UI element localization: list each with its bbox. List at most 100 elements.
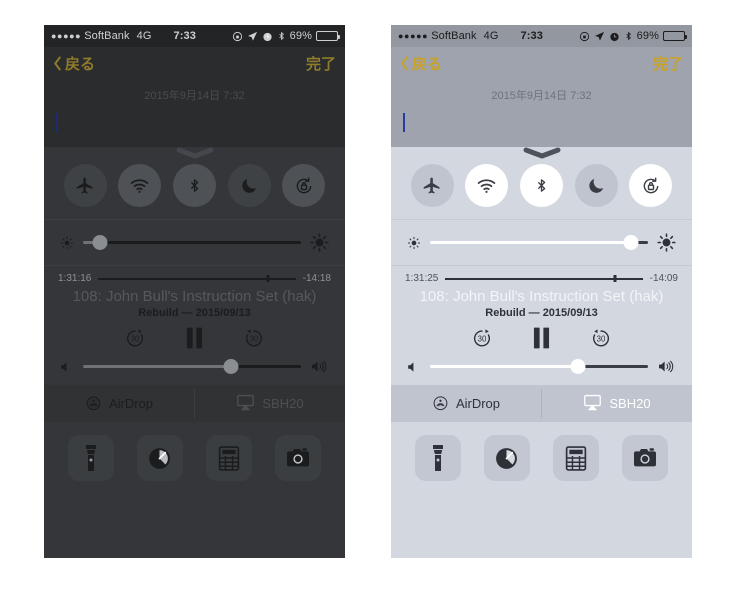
brightness-low-icon [60,236,74,250]
bluetooth-icon [624,30,633,42]
bluetooth-toggle[interactable] [519,164,563,207]
chevron-left-icon [53,56,62,71]
alarm-clock-icon [609,31,620,42]
alarm-clock-icon [262,31,273,42]
calculator-button[interactable] [206,435,253,481]
note-body[interactable]: 2015年9月14日 7:32 [44,79,345,147]
do-not-disturb-toggle[interactable] [574,164,618,207]
brightness-slider[interactable] [430,235,648,250]
calculator-button[interactable] [553,435,600,481]
wifi-toggle[interactable] [118,164,162,207]
carrier-label: SoftBank [84,30,130,42]
elapsed-time-label: 1:31:16 [58,273,92,284]
track-title: 108: John Bull's Instruction Set (hak) [72,288,317,305]
battery-icon [663,31,687,41]
control-center-panel: 1:31:16 -14:18 108: John Bull's Instruct… [44,147,345,558]
done-button[interactable]: 完了 [306,53,336,74]
grabber-handle[interactable] [391,147,692,161]
rotation-lock-icon [232,31,243,42]
airplane-mode-toggle[interactable] [410,164,454,207]
note-date-label: 2015年9月14日 7:32 [144,90,245,102]
volume-slider[interactable] [83,359,301,374]
volume-slider-knob[interactable] [223,359,239,374]
grabber-handle[interactable] [44,147,345,161]
svg-text:30: 30 [478,334,487,343]
airdrop-button[interactable]: AirDrop [391,385,541,422]
volume-slider-knob[interactable] [570,359,586,374]
brightness-slider-knob[interactable] [623,235,639,250]
playback-scrubber[interactable] [98,275,296,282]
network-type-label: 4G [483,30,499,42]
flashlight-button[interactable] [414,435,461,481]
camera-button[interactable] [275,435,322,481]
playback-controls: 30 30 [58,325,331,351]
volume-slider[interactable] [430,359,648,374]
back-button-label: 戻る [65,55,96,73]
chevron-left-icon [400,56,409,71]
svg-text:30: 30 [131,334,140,343]
airplay-icon [236,394,255,414]
carrier-label: SoftBank [431,30,477,42]
skip-back-30-button[interactable]: 30 [471,327,493,349]
pause-button[interactable] [533,327,550,349]
svg-text:30: 30 [597,334,606,343]
brightness-slider-knob[interactable] [92,235,108,250]
volume-low-icon [407,360,421,374]
remaining-time-label: -14:09 [649,273,678,284]
brightness-high-icon [310,233,329,252]
phone-screenshot-right: ●●●●● SoftBank 4G 7:33 69% 戻る 完了 2015年9月… [391,25,692,558]
remaining-time-label: -14:18 [302,273,331,284]
rotation-lock-toggle[interactable] [629,164,673,207]
brightness-slider[interactable] [83,235,301,250]
note-body[interactable]: 2015年9月14日 7:32 [391,79,692,147]
flashlight-icon [432,445,443,471]
airdrop-icon [432,394,449,414]
back-button[interactable]: 戻る [53,53,95,74]
camera-icon [634,448,657,467]
volume-low-icon [60,360,74,374]
bluetooth-toggle[interactable] [172,164,216,207]
status-bar-time: 7:33 [173,30,196,42]
media-section: 1:31:25 -14:09 108: John Bull's Instruct… [391,266,692,355]
timer-button[interactable] [483,435,530,481]
scrubber-knob[interactable] [613,275,617,282]
volume-high-icon [657,359,676,374]
airplay-button[interactable]: SBH20 [195,385,345,422]
airplane-mode-toggle[interactable] [63,164,107,207]
airdrop-button[interactable]: AirDrop [44,385,194,422]
airplay-icon [583,394,602,414]
flashlight-button[interactable] [67,435,114,481]
scrubber-knob[interactable] [266,275,270,282]
location-arrow-icon [247,31,258,42]
share-row: AirDrop SBH20 [44,385,345,422]
svg-text:30: 30 [250,334,259,343]
wifi-toggle[interactable] [465,164,509,207]
media-section: 1:31:16 -14:18 108: John Bull's Instruct… [44,266,345,355]
status-bar: ●●●●● SoftBank 4G 7:33 69% [44,25,345,47]
control-center-panel: 1:31:25 -14:09 108: John Bull's Instruct… [391,147,692,558]
camera-button[interactable] [622,435,669,481]
airplay-button[interactable]: SBH20 [542,385,692,422]
done-button[interactable]: 完了 [653,53,683,74]
timer-button[interactable] [136,435,183,481]
note-date-label: 2015年9月14日 7:32 [491,90,592,102]
airplay-label: SBH20 [262,396,304,411]
toggle-row [391,161,692,219]
airplay-label: SBH20 [609,396,651,411]
calculator-icon [565,445,587,471]
do-not-disturb-toggle[interactable] [227,164,271,207]
skip-forward-30-button[interactable]: 30 [243,327,265,349]
nav-bar: 戻る 完了 [391,47,692,79]
rotation-lock-toggle[interactable] [282,164,326,207]
status-bar: ●●●●● SoftBank 4G 7:33 69% [391,25,692,47]
scrubber-row: 1:31:16 -14:18 [58,273,331,284]
skip-forward-30-button[interactable]: 30 [590,327,612,349]
volume-slider-row [44,355,345,385]
pause-button[interactable] [186,327,203,349]
text-cursor [56,113,58,132]
skip-back-30-button[interactable]: 30 [124,327,146,349]
camera-icon [287,448,310,467]
playback-scrubber[interactable] [445,275,643,282]
screenshot-canvas: ●●●●● SoftBank 4G 7:33 69% 戻る 完了 2015年9月… [0,0,732,597]
back-button[interactable]: 戻る [400,53,442,74]
